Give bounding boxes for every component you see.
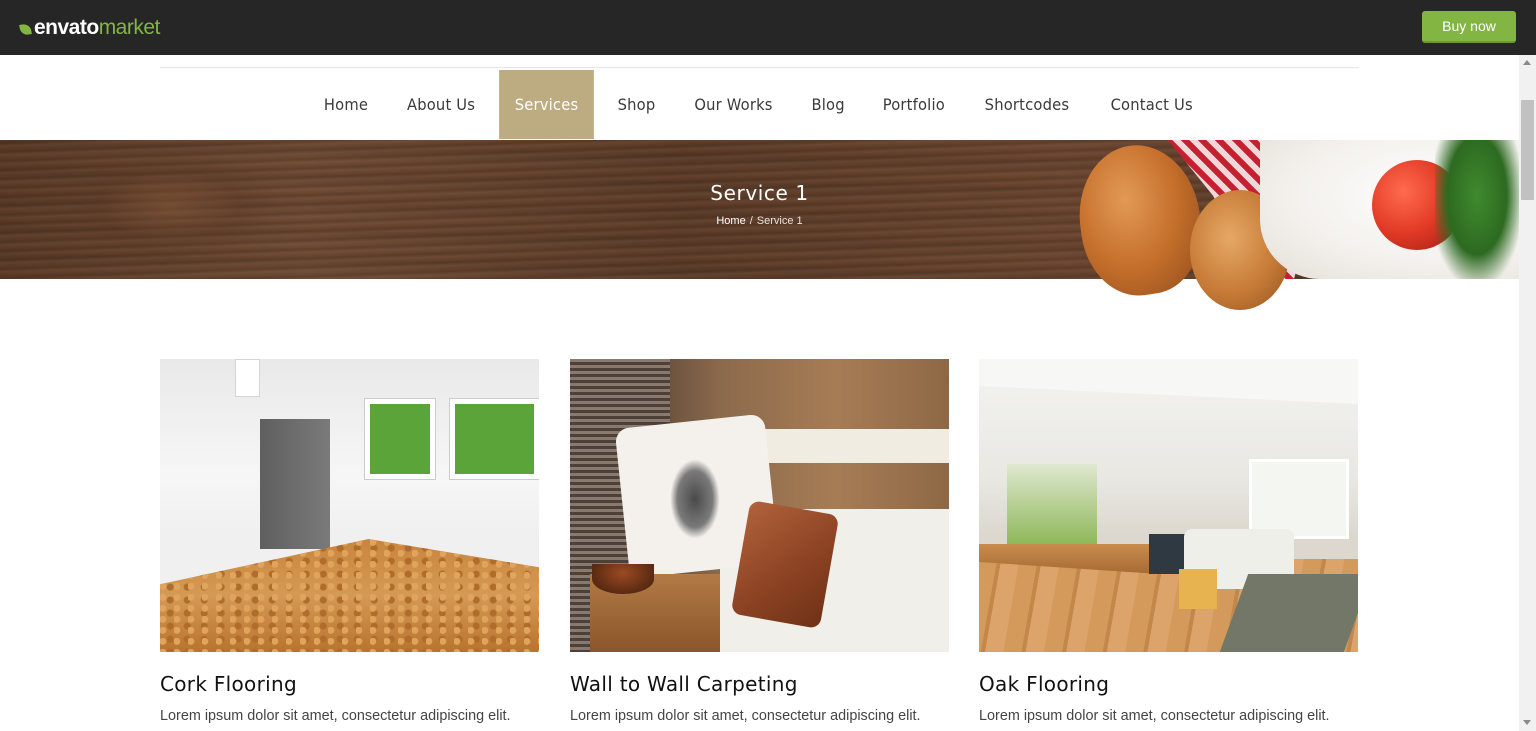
stool-shape [1179,569,1217,609]
service-card: Wall to Wall Carpeting Lorem ipsum dolor… [570,359,950,724]
wood-knot-texture [60,150,280,260]
breadcrumb: Home / Service 1 [0,215,1519,227]
cabinet-shape [1149,534,1189,574]
nav-item-home[interactable]: Home [309,70,384,139]
skylight-shape [235,359,260,397]
nav-item-portfolio[interactable]: Portfolio [867,70,960,139]
nav-item-our-works[interactable]: Our Works [678,70,788,139]
main-nav: Home About Us Services Shop Our Works Bl… [160,70,1359,139]
nav-item-contact-us[interactable]: Contact Us [1095,70,1209,139]
nav-item-shop[interactable]: Shop [602,70,671,139]
leaf-icon [19,23,32,36]
breadcrumb-current: Service 1 [756,215,803,227]
envato-market-logo[interactable]: envato market [19,14,161,42]
service-image-cork-flooring[interactable] [160,359,539,652]
nav-top-divider [160,67,1359,68]
nav-item-about-us[interactable]: About Us [392,70,491,139]
window-shape [365,399,435,479]
service-card: Oak Flooring Lorem ipsum dolor sit amet,… [979,359,1359,724]
cork-floor-shape [160,539,539,652]
nav-item-services[interactable]: Services [499,70,595,139]
scroll-up-arrow-icon[interactable] [1523,60,1531,65]
service-description: Lorem ipsum dolor sit amet, consectetur … [160,707,511,724]
service-description: Lorem ipsum dolor sit amet, consectetur … [979,707,1330,724]
garden-view-shape [1007,464,1097,544]
logo-word-market: market [98,16,161,39]
page-title: Service 1 [710,181,809,205]
greens-image [1435,140,1519,279]
buy-now-button[interactable]: Buy now [1422,11,1516,43]
scroll-down-arrow-icon[interactable] [1523,720,1531,725]
nav-item-blog[interactable]: Blog [795,70,860,139]
logo-word-envato: envato [34,16,99,39]
service-card: Cork Flooring Lorem ipsum dolor sit amet… [160,359,540,724]
shower-wall-shape [260,419,330,549]
window-shape [1249,459,1349,539]
service-image-oak-flooring[interactable] [979,359,1358,652]
service-title[interactable]: Oak Flooring [979,672,1109,696]
scrollbar-thumb[interactable] [1521,100,1534,200]
window-shape [450,399,539,479]
envato-top-bar: envato market Buy now [0,0,1536,55]
service-image-carpeting[interactable] [570,359,949,652]
nav-item-shortcodes[interactable]: Shortcodes [969,70,1085,139]
service-description: Lorem ipsum dolor sit amet, consectetur … [570,707,921,724]
breadcrumb-home-link[interactable]: Home [716,215,745,227]
service-title[interactable]: Cork Flooring [160,672,297,696]
ceiling-shape [979,359,1358,404]
service-title[interactable]: Wall to Wall Carpeting [570,672,798,696]
copper-bowl-shape [592,564,654,594]
shelf-shape [765,429,949,463]
breadcrumb-separator: / [749,215,753,227]
deer-print-shape [670,459,720,539]
